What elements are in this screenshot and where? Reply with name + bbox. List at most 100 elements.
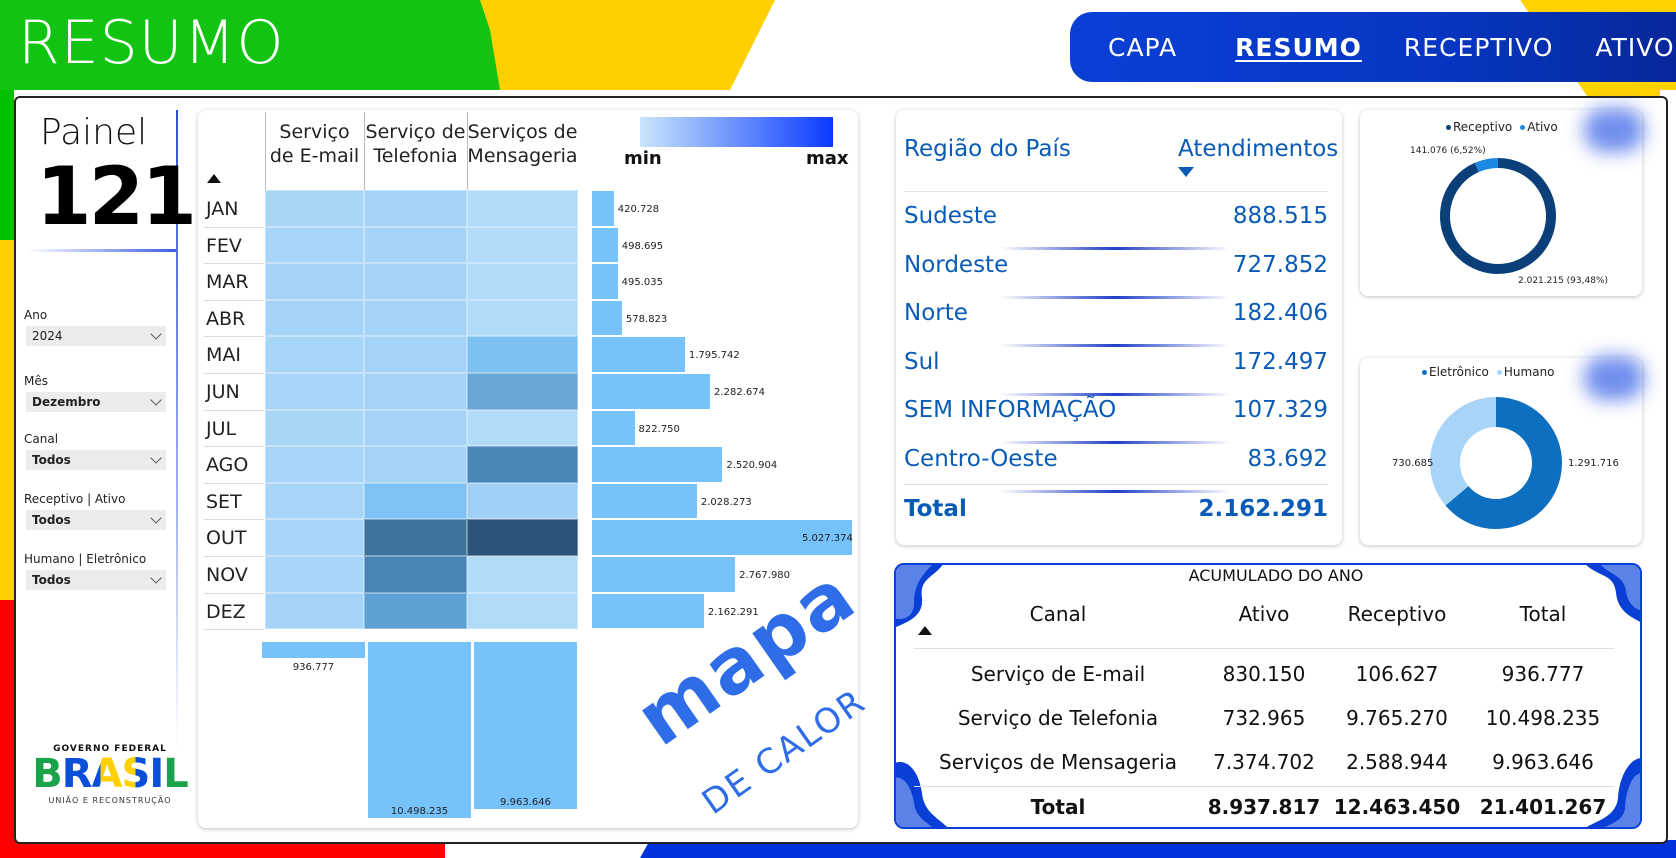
nav-ativo[interactable]: ATIVO bbox=[1595, 33, 1674, 62]
heatmap-cell[interactable] bbox=[364, 519, 467, 556]
month-total-label: 2.028.273 bbox=[700, 496, 752, 508]
heatmap-cell[interactable] bbox=[265, 299, 364, 337]
heatmap-cell[interactable] bbox=[364, 592, 467, 630]
heatmap-cell[interactable] bbox=[467, 556, 578, 593]
row-divider bbox=[204, 482, 264, 484]
acc-cell: 2.588.944 bbox=[1346, 750, 1448, 774]
column-total-bar[interactable] bbox=[368, 642, 471, 818]
heatmap-cell[interactable] bbox=[467, 299, 578, 337]
acc-total-cell: 12.463.450 bbox=[1333, 795, 1461, 819]
month-total-label: 5.027.374 bbox=[802, 533, 853, 545]
acc-sort-icon[interactable] bbox=[918, 626, 932, 635]
heatmap-cell[interactable] bbox=[364, 226, 467, 264]
heatmap-cell[interactable] bbox=[265, 373, 364, 410]
month-label: JUN bbox=[206, 381, 240, 403]
atendimentos-header[interactable]: Atendimentos bbox=[1178, 136, 1338, 162]
filter-dropdown[interactable]: Todos bbox=[26, 510, 166, 530]
nav-resumo[interactable]: RESUMO bbox=[1235, 33, 1362, 62]
heatmap-cell[interactable] bbox=[265, 263, 364, 300]
month-total-bar[interactable] bbox=[592, 410, 635, 446]
acc-total-line bbox=[914, 786, 1614, 787]
filter-dropdown[interactable]: Todos bbox=[26, 450, 166, 470]
heatmap-cell[interactable] bbox=[364, 373, 467, 410]
heatmap-column-header[interactable]: Serviço de Telefonia bbox=[364, 120, 467, 168]
filter-dropdown[interactable]: Dezembro bbox=[26, 392, 166, 412]
month-total-bar[interactable] bbox=[592, 300, 622, 336]
nav-capa[interactable]: CAPA bbox=[1108, 33, 1177, 62]
acc-cell: Serviço de E-mail bbox=[970, 662, 1146, 686]
heatmap-cell[interactable] bbox=[364, 446, 467, 483]
heatmap-cell[interactable] bbox=[467, 226, 578, 264]
month-total-bar[interactable] bbox=[592, 447, 723, 482]
acc-cell: 9.963.646 bbox=[1492, 750, 1594, 774]
heatmap-cell[interactable] bbox=[467, 263, 578, 300]
month-total-bar[interactable] bbox=[592, 264, 618, 299]
column-total-bar[interactable] bbox=[262, 642, 365, 658]
heatmap-cell[interactable] bbox=[467, 373, 578, 410]
donut2-slice[interactable] bbox=[1430, 397, 1497, 506]
heatmap-column-header[interactable]: Serviço de E-mail bbox=[265, 120, 364, 168]
acc-header[interactable]: Total bbox=[1474, 602, 1612, 626]
heatmap-cell[interactable] bbox=[364, 190, 467, 227]
heatmap-cell[interactable] bbox=[265, 556, 364, 593]
heatmap-column-header[interactable]: Serviços de Mensageria bbox=[467, 120, 578, 168]
filter-dropdown[interactable]: 2024 bbox=[26, 326, 166, 346]
painel-number: 121 bbox=[36, 150, 197, 243]
legend-item[interactable]: Receptivo bbox=[1446, 120, 1512, 134]
region-separator bbox=[1000, 247, 1230, 250]
heatmap-cell[interactable] bbox=[467, 482, 578, 520]
legend-item[interactable]: Humano bbox=[1496, 365, 1555, 379]
filter-value: Todos bbox=[32, 453, 71, 467]
heatmap-cell[interactable] bbox=[364, 556, 467, 593]
heatmap-cell[interactable] bbox=[265, 226, 364, 264]
month-total-label: 822.750 bbox=[638, 423, 680, 435]
donut1-slice[interactable] bbox=[1440, 158, 1556, 274]
acc-header[interactable]: Canal bbox=[1000, 602, 1116, 626]
acc-header[interactable]: Receptivo bbox=[1330, 602, 1464, 626]
legend-item[interactable]: Eletrônico bbox=[1422, 365, 1489, 379]
heatmap-cell[interactable] bbox=[467, 592, 578, 630]
month-total-bar[interactable] bbox=[592, 557, 736, 592]
month-total-bar[interactable] bbox=[592, 337, 685, 372]
heatmap-cell[interactable] bbox=[364, 482, 467, 520]
sort-asc-icon[interactable] bbox=[207, 174, 221, 183]
donut2-chart bbox=[1430, 397, 1562, 529]
heatmap-cell[interactable] bbox=[265, 519, 364, 556]
donut1-slice[interactable] bbox=[1474, 158, 1499, 173]
heatmap-cell[interactable] bbox=[265, 190, 364, 227]
heatmap-cell[interactable] bbox=[265, 592, 364, 630]
heatmap-cell[interactable] bbox=[364, 336, 467, 373]
heatmap-cell[interactable] bbox=[467, 190, 578, 227]
month-total-bar[interactable] bbox=[592, 227, 618, 263]
legend-label: Humano bbox=[1503, 365, 1555, 379]
legend-item[interactable]: Ativo bbox=[1520, 120, 1558, 134]
heatmap-cell[interactable] bbox=[467, 519, 578, 556]
heatmap-cell[interactable] bbox=[265, 336, 364, 373]
filter-dropdown[interactable]: Todos bbox=[26, 570, 166, 590]
acc-cell: 9.765.270 bbox=[1346, 706, 1448, 730]
heatmap-cell[interactable] bbox=[265, 446, 364, 483]
month-total-bar[interactable] bbox=[592, 593, 704, 629]
heatmap-cell[interactable] bbox=[364, 409, 467, 447]
heatmap-cell[interactable] bbox=[467, 336, 578, 373]
blur-deco-1 bbox=[1584, 108, 1644, 152]
heatmap-cell[interactable] bbox=[265, 482, 364, 520]
heatmap-cell[interactable] bbox=[467, 409, 578, 447]
acc-header[interactable]: Ativo bbox=[1204, 602, 1324, 626]
column-total-bar[interactable] bbox=[474, 642, 577, 810]
acc-cell: 106.627 bbox=[1355, 662, 1439, 686]
month-total-bar[interactable] bbox=[592, 191, 614, 226]
month-total-bar[interactable] bbox=[592, 374, 711, 409]
heatmap-cell[interactable] bbox=[364, 299, 467, 337]
acc-header-line bbox=[914, 648, 1614, 649]
heatmap-cell[interactable] bbox=[467, 446, 578, 483]
chevron-down-icon bbox=[150, 512, 162, 524]
heatmap-cell[interactable] bbox=[364, 263, 467, 300]
filter-label: Humano | Eletrônico bbox=[24, 552, 147, 566]
grid-line bbox=[364, 112, 365, 192]
sort-desc-icon[interactable] bbox=[1178, 167, 1194, 177]
row-divider bbox=[204, 409, 264, 411]
nav-receptivo[interactable]: RECEPTIVO bbox=[1404, 33, 1553, 62]
heatmap-cell[interactable] bbox=[265, 409, 364, 447]
month-total-bar[interactable] bbox=[592, 483, 697, 519]
